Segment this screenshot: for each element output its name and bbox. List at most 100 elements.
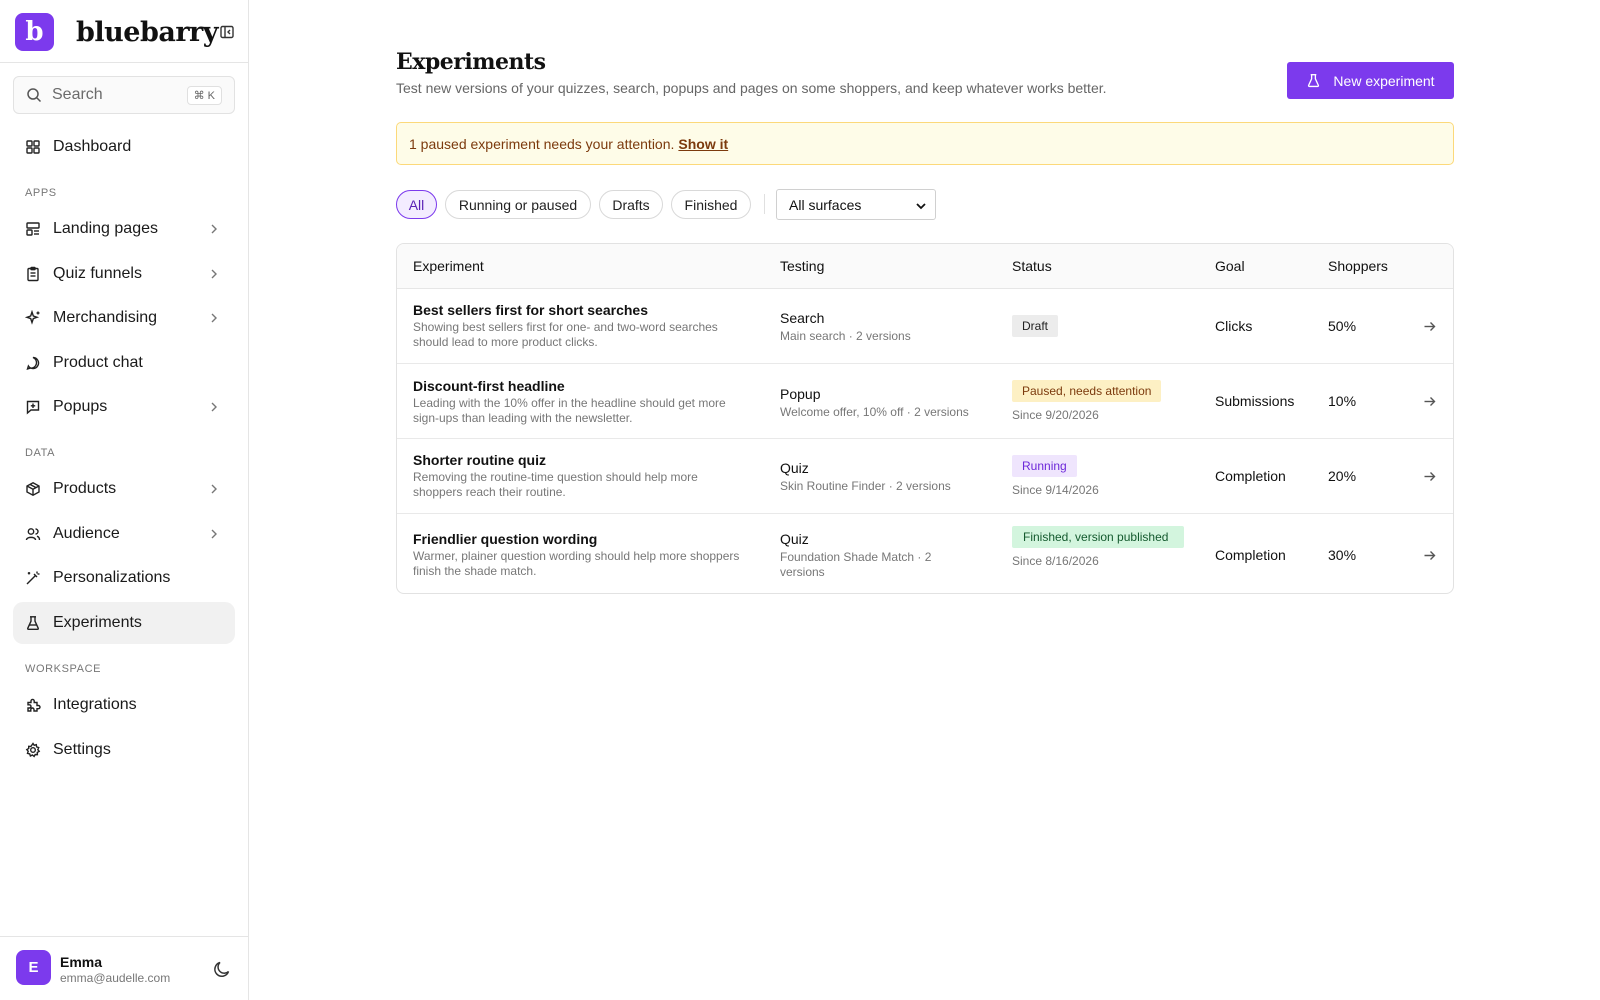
testing-cell: Quiz Skin Routine Finder · 2 versions — [780, 460, 951, 494]
goal-cell: Submissions — [1215, 393, 1295, 409]
testing-cell: Popup Welcome offer, 10% off · 2 version… — [780, 386, 969, 420]
experiment-cell: Discount-first headline Leading with the… — [413, 378, 743, 426]
sidebar-item-products[interactable]: Products — [13, 468, 235, 510]
sidebar-item-dashboard[interactable]: Dashboard — [13, 126, 235, 168]
chevron-right-icon — [211, 402, 217, 412]
experiment-title[interactable]: Discount-first headline — [413, 378, 743, 394]
search-placeholder: Search — [52, 86, 103, 103]
table-header: Experiment Testing Status Goal Shoppers — [397, 244, 1453, 289]
sidebar-item-label: Landing pages — [53, 220, 158, 237]
divider — [0, 936, 248, 937]
chevron-right-icon — [211, 224, 217, 234]
arrow-right-icon[interactable] — [1422, 548, 1437, 563]
arrow-right-icon[interactable] — [1422, 394, 1437, 409]
experiment-title[interactable]: Best sellers first for short searches — [413, 302, 743, 318]
sidebar-item-label: Quiz funnels — [53, 265, 142, 282]
experiment-cell: Shorter routine quiz Removing the routin… — [413, 452, 743, 500]
new-experiment-button[interactable]: New experiment — [1287, 62, 1454, 99]
filter-chip-running-or-paused[interactable]: Running or paused — [445, 190, 591, 219]
table-row[interactable]: Friendlier question wording Warmer, plai… — [397, 514, 1453, 593]
testing-surface: Popup — [780, 386, 821, 402]
column-header-testing: Testing — [780, 258, 825, 274]
search-shortcut: ⌘ K — [186, 85, 222, 105]
status-badge: Finished, version published — [1012, 526, 1184, 548]
status-badge: Draft — [1012, 315, 1059, 337]
layout-icon — [26, 222, 40, 236]
testing-cell: Quiz Foundation Shade Match · 2 versions — [780, 531, 950, 580]
brand-logo[interactable]: b — [15, 13, 54, 51]
section-label-data: DATA — [25, 447, 56, 459]
page-title: Experiments — [396, 49, 546, 75]
column-header-goal: Goal — [1215, 258, 1245, 274]
testing-detail: Foundation Shade Match · 2 versions — [780, 550, 932, 579]
experiment-description: Leading with the 10% offer in the headli… — [413, 396, 726, 425]
testing-surface: Quiz — [780, 531, 809, 547]
status-cell: Running Since 9/14/2026 — [1012, 455, 1099, 497]
testing-detail: Skin Routine Finder · 2 versions — [780, 479, 951, 493]
filter-divider — [764, 194, 765, 214]
section-label-workspace: WORKSPACE — [25, 663, 102, 675]
user-email: emma@audelle.com — [60, 971, 171, 985]
brand-name[interactable]: bluebarry — [76, 17, 218, 48]
sidebar-item-landing-pages[interactable]: Landing pages — [13, 208, 235, 250]
sidebar-item-product-chat[interactable]: Product chat — [13, 342, 235, 384]
user-name: Emma — [60, 954, 103, 970]
avatar[interactable]: E — [16, 950, 51, 985]
attention-alert: 1 paused experiment needs your attention… — [396, 122, 1454, 165]
shoppers-cell: 20% — [1328, 468, 1357, 484]
experiment-description: Removing the routine-time question shoul… — [413, 470, 698, 499]
arrow-right-icon[interactable] — [1422, 469, 1437, 484]
page-subtitle: Test new versions of your quizzes, searc… — [396, 80, 1107, 96]
sidebar-item-experiments[interactable]: Experiments — [13, 602, 235, 644]
package-icon — [26, 482, 40, 496]
surface-select[interactable]: All surfaces — [776, 189, 936, 220]
table-row[interactable]: Discount-first headline Leading with the… — [397, 364, 1453, 439]
sidebar-item-integrations[interactable]: Integrations — [13, 684, 235, 726]
show-it-link[interactable]: Show it — [678, 136, 728, 152]
sidebar-collapse-icon[interactable] — [219, 24, 235, 40]
chat-bubble-icon — [26, 356, 40, 371]
status-cell: Draft — [1012, 315, 1059, 337]
status-cell: Paused, needs attention Since 9/20/2026 — [1012, 380, 1162, 422]
sidebar-item-label: Product chat — [53, 354, 143, 371]
flask-icon — [1308, 74, 1320, 88]
arrow-right-icon[interactable] — [1422, 319, 1437, 334]
shoppers-cell: 30% — [1328, 547, 1357, 563]
column-header-shoppers: Shoppers — [1328, 258, 1388, 274]
table-row[interactable]: Shorter routine quiz Removing the routin… — [397, 439, 1453, 514]
filter-chip-all[interactable]: All — [396, 190, 437, 219]
sidebar-item-label: Personalizations — [53, 569, 171, 586]
experiment-title[interactable]: Friendlier question wording — [413, 531, 743, 547]
chevron-right-icon — [211, 313, 217, 323]
testing-detail: Welcome offer, 10% off · 2 versions — [780, 405, 969, 419]
sidebar-item-label: Popups — [53, 398, 108, 415]
experiments-table: Experiment Testing Status Goal Shoppers … — [396, 243, 1454, 594]
surface-select-value: All surfaces — [789, 196, 862, 213]
sidebar-item-personalizations[interactable]: Personalizations — [13, 557, 235, 599]
users-icon — [25, 528, 41, 541]
status-since: Since 9/20/2026 — [1012, 408, 1099, 422]
puzzle-icon — [27, 698, 41, 712]
divider — [0, 62, 248, 63]
sidebar-item-merchandising[interactable]: Merchandising — [13, 297, 235, 339]
search-icon — [27, 88, 42, 103]
status-cell: Finished, version published Since 8/16/2… — [1012, 526, 1184, 568]
gear-icon — [25, 742, 41, 758]
filter-chip-drafts[interactable]: Drafts — [599, 190, 663, 219]
sidebar-item-audience[interactable]: Audience — [13, 513, 235, 555]
sidebar-item-quiz-funnels[interactable]: Quiz funnels — [13, 253, 235, 295]
clipboard-icon — [27, 266, 39, 282]
sidebar-item-label: Products — [53, 480, 117, 497]
moon-icon[interactable] — [212, 959, 232, 979]
search-box[interactable]: Search ⌘ K — [13, 76, 235, 114]
shoppers-cell: 50% — [1328, 318, 1357, 334]
chevron-right-icon — [211, 484, 217, 494]
experiment-title[interactable]: Shorter routine quiz — [413, 452, 743, 468]
sidebar-item-settings[interactable]: Settings — [13, 729, 235, 771]
sidebar-item-popups[interactable]: Popups — [13, 386, 235, 428]
sidebar: b bluebarry Search ⌘ K Dashboard APPS La… — [0, 0, 249, 1000]
testing-cell: Search Main search · 2 versions — [780, 310, 911, 344]
alert-text: 1 paused experiment needs your attention… — [409, 135, 675, 152]
table-row[interactable]: Best sellers first for short searches Sh… — [397, 289, 1453, 364]
filter-chip-finished[interactable]: Finished — [671, 190, 751, 219]
